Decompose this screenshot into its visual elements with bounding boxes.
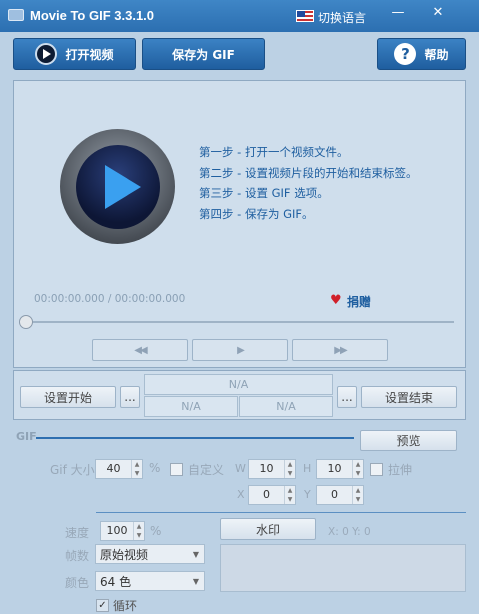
- watermark-preview-box: [220, 544, 466, 592]
- rewind-icon: ◀◀: [134, 344, 147, 356]
- step-4: 第四步 - 保存为 GIF。: [199, 207, 314, 221]
- save-gif-button[interactable]: 保存为 GIF: [142, 38, 265, 70]
- spin-arrows-icon[interactable]: ▲ ▼: [133, 522, 144, 540]
- spin-arrows-icon[interactable]: ▲ ▼: [352, 486, 363, 504]
- stretch-label: 拉伸: [388, 463, 413, 477]
- spin-arrows-icon[interactable]: ▲ ▼: [284, 460, 295, 478]
- help-icon: ?: [394, 43, 417, 65]
- w-label: W: [235, 462, 246, 475]
- height-stepper[interactable]: 10 ▲ ▼: [316, 459, 364, 479]
- x-label: X: [237, 488, 245, 501]
- speed-label: 速度: [65, 526, 90, 540]
- start-ellipsis-button[interactable]: ...: [120, 386, 140, 408]
- chevron-down-icon[interactable]: ▼: [188, 577, 204, 586]
- end-ellipsis-button[interactable]: ...: [337, 386, 357, 408]
- set-end-button[interactable]: 设置结束: [361, 386, 457, 408]
- spin-arrows-icon[interactable]: ▲ ▼: [131, 460, 142, 478]
- close-icon[interactable]: ✕: [422, 3, 454, 23]
- app-icon: [8, 9, 24, 21]
- gif-section-title: GIF: [16, 430, 37, 443]
- y-stepper[interactable]: 0 ▲ ▼: [316, 485, 364, 505]
- save-gif-label: 保存为 GIF: [172, 47, 235, 62]
- seek-thumb[interactable]: [19, 315, 33, 329]
- range-end-field: N/A: [239, 396, 333, 417]
- rewind-button[interactable]: ◀◀: [92, 339, 188, 361]
- spin-arrows-icon[interactable]: ▲ ▼: [284, 486, 295, 504]
- preview-button[interactable]: 预览: [360, 430, 457, 451]
- stretch-checkbox[interactable]: [370, 463, 383, 476]
- x-value[interactable]: 0: [249, 486, 284, 504]
- color-label: 颜色: [65, 576, 90, 590]
- heart-icon: ♥: [330, 293, 342, 308]
- gif-section-divider: [36, 437, 354, 439]
- loop-label: 循环: [113, 599, 138, 613]
- gif-size-stepper[interactable]: 40 ▲ ▼: [95, 459, 143, 479]
- gif-size-percent: %: [149, 461, 161, 475]
- gif-size-value[interactable]: 40: [96, 460, 131, 478]
- step-1: 第一步 - 打开一个视频文件。: [199, 145, 349, 159]
- switch-language-button[interactable]: 切换语言: [318, 9, 366, 26]
- window-title: Movie To GIF 3.3.1.0: [30, 8, 155, 23]
- height-value[interactable]: 10: [317, 460, 352, 478]
- big-play-icon[interactable]: [60, 129, 175, 244]
- color-select[interactable]: 64 色 ▼: [95, 571, 205, 591]
- step-2: 第二步 - 设置视频片段的开始和结束标签。: [199, 166, 418, 180]
- donate-link[interactable]: 捐赠: [347, 293, 371, 310]
- options-divider: [96, 512, 466, 513]
- forward-icon: ▶▶: [334, 344, 347, 356]
- play-button[interactable]: ▶: [192, 339, 288, 361]
- frames-select[interactable]: 原始视频 ▼: [95, 544, 205, 564]
- help-button[interactable]: ? 帮助: [377, 38, 466, 70]
- flag-icon[interactable]: [296, 10, 314, 22]
- range-duration-field: N/A: [144, 374, 333, 395]
- coords-readout: X: 0 Y: 0: [328, 526, 371, 538]
- custom-checkbox[interactable]: [170, 463, 183, 476]
- h-label: H: [303, 462, 312, 475]
- watermark-button[interactable]: 水印: [220, 518, 316, 540]
- y-value[interactable]: 0: [317, 486, 352, 504]
- minimize-icon[interactable]: —: [382, 3, 414, 23]
- speed-percent: %: [150, 524, 162, 538]
- spin-arrows-icon[interactable]: ▲ ▼: [352, 460, 363, 478]
- frames-value: 原始视频: [100, 547, 149, 562]
- preview-panel: 第一步 - 打开一个视频文件。 第二步 - 设置视频片段的开始和结束标签。 第三…: [13, 80, 466, 368]
- time-readout: 00:00:00.000 / 00:00:00.000: [34, 293, 186, 305]
- open-video-button[interactable]: 打开视频: [13, 38, 136, 70]
- open-video-label: 打开视频: [65, 47, 114, 62]
- custom-label: 自定义: [188, 463, 225, 477]
- width-stepper[interactable]: 10 ▲ ▼: [248, 459, 296, 479]
- seek-track[interactable]: [26, 321, 454, 323]
- play-icon: ▶: [237, 344, 245, 356]
- speed-stepper[interactable]: 100 ▲ ▼: [100, 521, 145, 541]
- set-start-button[interactable]: 设置开始: [20, 386, 116, 408]
- width-value[interactable]: 10: [249, 460, 284, 478]
- forward-button[interactable]: ▶▶: [292, 339, 388, 361]
- step-3: 第三步 - 设置 GIF 选项。: [199, 186, 329, 200]
- range-start-field: N/A: [144, 396, 238, 417]
- play-icon: [35, 43, 58, 65]
- x-stepper[interactable]: 0 ▲ ▼: [248, 485, 296, 505]
- gif-size-label: Gif 大小: [50, 463, 95, 477]
- help-label: 帮助: [424, 47, 449, 62]
- y-label: Y: [304, 488, 311, 501]
- chevron-down-icon[interactable]: ▼: [188, 550, 204, 559]
- frames-label: 帧数: [65, 549, 90, 563]
- loop-checkbox[interactable]: ✓: [96, 599, 109, 612]
- color-value: 64 色: [100, 574, 132, 589]
- speed-value[interactable]: 100: [101, 522, 133, 540]
